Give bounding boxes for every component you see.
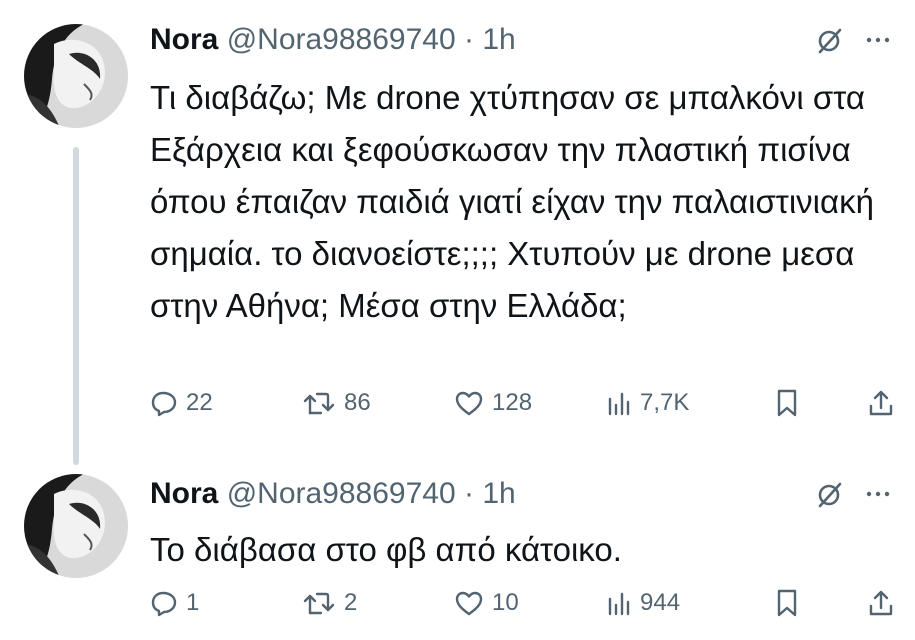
avatar[interactable] xyxy=(24,474,128,578)
header-icons xyxy=(815,476,893,516)
author-name[interactable]: Nora xyxy=(150,23,218,56)
share-button[interactable] xyxy=(850,385,895,421)
tweet-2[interactable]: Nora @Nora98869740 · 1h Το διάβασα στο φ… xyxy=(0,460,915,640)
more-icon[interactable] xyxy=(863,479,893,514)
tweet-header: Nora @Nora98869740 · 1h xyxy=(150,20,516,60)
grok-icon[interactable] xyxy=(815,25,845,60)
tweet-actions: 22 86 128 7,7K xyxy=(150,385,895,421)
like-icon xyxy=(454,389,484,417)
share-icon xyxy=(867,388,895,418)
reply-count: 22 xyxy=(186,389,213,416)
like-icon xyxy=(454,589,484,617)
reply-button[interactable]: 1 xyxy=(150,585,302,621)
bookmark-icon xyxy=(774,588,800,618)
like-button[interactable]: 10 xyxy=(454,585,606,621)
tweet-time[interactable]: · 1h xyxy=(464,23,516,56)
header-icons xyxy=(815,22,893,62)
share-button[interactable] xyxy=(850,585,895,621)
views-button[interactable]: 7,7K xyxy=(606,385,774,421)
views-count: 7,7K xyxy=(640,389,690,416)
retweet-count: 2 xyxy=(344,589,358,616)
views-icon xyxy=(606,589,632,617)
retweet-count: 86 xyxy=(344,389,371,416)
bookmark-button[interactable] xyxy=(774,385,850,421)
grok-icon[interactable] xyxy=(815,479,845,514)
like-button[interactable]: 128 xyxy=(454,385,606,421)
reply-count: 1 xyxy=(186,589,200,616)
retweet-icon xyxy=(302,389,336,417)
author-handle[interactable]: @Nora98869740 xyxy=(227,477,456,510)
tweet-1[interactable]: Nora @Nora98869740 · 1h Τι διαβάζω; Με d… xyxy=(0,0,915,465)
like-count: 10 xyxy=(492,589,519,616)
tweet-time[interactable]: · 1h xyxy=(464,477,516,510)
reply-icon xyxy=(150,589,178,617)
like-count: 128 xyxy=(492,389,533,416)
views-button[interactable]: 944 xyxy=(606,585,774,621)
avatar[interactable] xyxy=(24,24,128,128)
retweet-button[interactable]: 86 xyxy=(302,385,454,421)
thread-line xyxy=(73,147,79,465)
tweet-text: Τι διαβάζω; Με drone χτύπησαν σε μπαλκόν… xyxy=(150,79,874,324)
tweet-text: Το διάβασα στο φβ από κάτοικο. xyxy=(150,531,622,568)
retweet-icon xyxy=(302,589,336,617)
retweet-button[interactable]: 2 xyxy=(302,585,454,621)
views-icon xyxy=(606,389,632,417)
author-handle[interactable]: @Nora98869740 xyxy=(227,23,456,56)
author-name[interactable]: Nora xyxy=(150,477,218,510)
reply-icon xyxy=(150,389,178,417)
bookmark-button[interactable] xyxy=(774,585,850,621)
tweet-actions: 1 2 10 944 xyxy=(150,585,895,621)
share-icon xyxy=(867,588,895,618)
views-count: 944 xyxy=(640,589,681,616)
reply-button[interactable]: 22 xyxy=(150,385,302,421)
tweet-header: Nora @Nora98869740 · 1h xyxy=(150,474,516,514)
more-icon[interactable] xyxy=(863,25,893,60)
bookmark-icon xyxy=(774,388,800,418)
